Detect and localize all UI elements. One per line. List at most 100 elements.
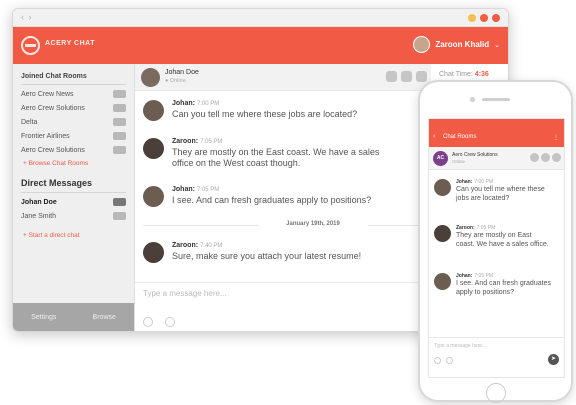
emoji-icon[interactable] (143, 317, 153, 327)
message-time: 7:05 PM (476, 225, 496, 231)
more-icon[interactable] (552, 153, 561, 162)
message-time: 7:05 PM (474, 273, 494, 279)
video-icon[interactable] (541, 153, 550, 162)
mobile-message: Zaroon: 7:05 PM They are mostly on East c… (434, 225, 551, 249)
room-avatar: AC (433, 151, 448, 166)
message-text: Can you tell me where these jobs are loc… (456, 186, 545, 202)
home-button[interactable] (486, 383, 506, 403)
window-controls (468, 14, 500, 22)
call-icon[interactable] (386, 71, 397, 82)
sidebar: Joined Chat Rooms Aero Crew News Aero Cr… (13, 64, 135, 331)
call-icon[interactable] (530, 153, 539, 162)
sidebar-item-room[interactable]: Aero Crew Solutions (13, 101, 134, 115)
message-author: Zaroon: (172, 242, 199, 249)
avatar (141, 68, 160, 87)
divider (21, 84, 126, 85)
sidebar-item-dm[interactable]: Johan Doe (13, 195, 134, 209)
message-time: 7:05 PM (200, 139, 223, 145)
chevron-down-icon[interactable]: ⌄ (494, 41, 500, 49)
room-badge (113, 104, 126, 112)
message-author: Johan: (172, 100, 195, 107)
close-button[interactable] (492, 14, 500, 22)
room-badge (113, 146, 126, 154)
mobile-room-header: AC Aero Crew Solutions Online (429, 147, 564, 170)
attach-icon[interactable] (446, 357, 453, 364)
mobile-screen-title: Chat Rooms (443, 134, 477, 140)
app-name: ACERY CHAT (45, 40, 95, 47)
avatar (434, 273, 451, 290)
more-icon[interactable] (416, 71, 427, 82)
message-author: Johan: (456, 273, 473, 279)
room-status: Online (452, 159, 466, 164)
sidebar-item-room[interactable]: Frontier Airlines (13, 129, 134, 143)
sidebar-item-room[interactable]: Aero Crew News (13, 87, 134, 101)
room-label: Aero Crew News (21, 90, 74, 98)
mobile-status-bar (429, 119, 564, 128)
dm-badge (113, 198, 126, 206)
avatar (143, 138, 164, 159)
chat-header: Johan Doe ● Online (135, 64, 431, 91)
settings-button[interactable]: Settings (31, 314, 56, 321)
message-author: Johan: (172, 186, 195, 193)
sidebar-item-room[interactable]: Aero Crew Solutions (13, 143, 134, 157)
direct-messages-heading: Direct Messages (21, 178, 93, 188)
room-badge (113, 90, 126, 98)
speaker-grille (482, 98, 510, 101)
room-actions (530, 153, 561, 162)
room-label: Frontier Airlines (21, 132, 70, 140)
avatar (143, 242, 164, 263)
send-icon[interactable]: ➤ (548, 354, 559, 365)
camera-icon (470, 97, 475, 102)
timer-label: Chat Time: (439, 71, 473, 78)
nav-arrows[interactable]: ‹ › (21, 12, 33, 22)
avatar (413, 36, 431, 53)
dm-label: Johan Doe (21, 198, 57, 206)
video-icon[interactable] (401, 71, 412, 82)
user-name: Zaroon Khalid (435, 40, 490, 49)
message-text: Sure, make sure you attach your latest r… (172, 251, 362, 261)
mobile-message-input[interactable]: Type a message here... (434, 343, 486, 349)
message-text: They are mostly on East coast. We have a… (456, 232, 549, 248)
message: Johan: 7:00 PM Can you tell me where thes… (143, 100, 357, 121)
maximize-button[interactable] (480, 14, 488, 22)
mobile-message: Johan: 7:05 PM I see. And can fresh gradu… (434, 273, 551, 297)
mobile-app-header: ‹ Chat Rooms ⋮ (429, 128, 564, 147)
message-author: Zaroon: (456, 225, 475, 231)
message-text: I see. And can fresh graduates apply to … (456, 280, 551, 296)
back-icon[interactable]: ‹ (433, 133, 435, 140)
attach-icon[interactable] (165, 317, 175, 327)
room-badge (113, 132, 126, 140)
emoji-icon[interactable] (434, 357, 441, 364)
message-time: 7:00 PM (196, 101, 220, 107)
message-input[interactable]: Type a message here... (143, 289, 227, 298)
avatar (434, 179, 451, 196)
contact-name: Johan Doe (165, 69, 199, 76)
avatar (143, 186, 164, 207)
room-badge (113, 118, 126, 126)
message-time: 7:00 PM (474, 179, 494, 185)
message-text: They are mostly on the East coast. We ha… (172, 147, 380, 168)
sidebar-footer: Settings Browse (13, 303, 134, 331)
browse-button[interactable]: Browse (93, 314, 116, 321)
room-name: Aero Crew Solutions (452, 152, 498, 158)
browse-rooms-link[interactable]: + Browse Chat Rooms (13, 157, 134, 171)
message: Zaroon: 7:05 PM They are mostly on the Ea… (143, 138, 402, 169)
message: Johan: 7:05 PM I see. And can fresh gradu… (143, 186, 371, 207)
mobile-screen: ‹ Chat Rooms ⋮ AC Aero Crew Solutions On… (428, 118, 565, 378)
message-text: I see. And can fresh graduates apply to … (172, 195, 372, 205)
mobile-message-composer: Type a message here... ➤ (429, 337, 564, 377)
user-menu[interactable]: Zaroon Khalid ⌄ (413, 36, 500, 53)
dm-badge (113, 212, 126, 220)
minimize-button[interactable] (468, 14, 476, 22)
message-author: Johan: (456, 179, 473, 185)
mobile-message: Johan: 7:00 PM Can you tell me where thes… (434, 179, 551, 203)
sidebar-item-dm[interactable]: Jane Smith (13, 209, 134, 223)
avatar (434, 225, 451, 242)
sidebar-item-room[interactable]: Delta (13, 115, 134, 129)
mobile-device: ‹ Chat Rooms ⋮ AC Aero Crew Solutions On… (418, 80, 573, 403)
menu-icon[interactable]: ⋮ (553, 134, 559, 141)
room-label: Delta (21, 118, 38, 126)
chat-actions (386, 71, 427, 82)
message-time: 7:40 PM (200, 243, 223, 249)
new-direct-chat-link[interactable]: + Start a direct chat (13, 229, 134, 243)
